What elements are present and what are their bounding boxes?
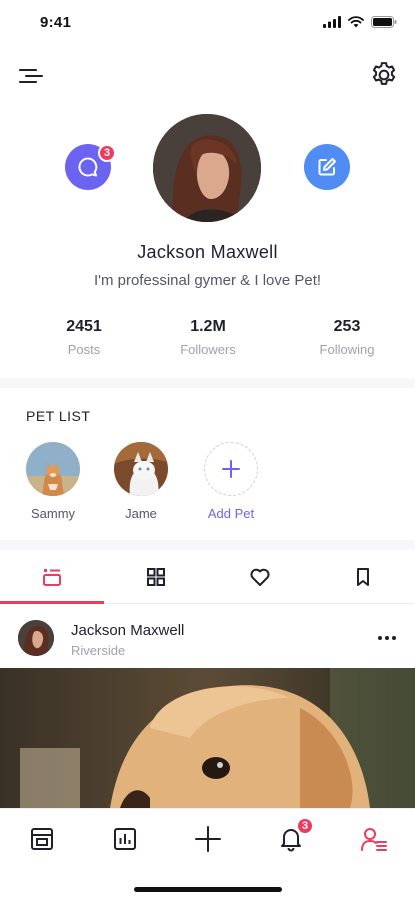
plus-icon — [222, 460, 240, 478]
stat-value: 253 — [333, 318, 361, 335]
stat-value: 2451 — [66, 318, 102, 335]
list-icon — [43, 569, 61, 586]
pet-item-sammy[interactable]: Sammy — [18, 442, 88, 521]
bookmark-icon — [357, 568, 369, 586]
status-bar: 9:41 — [0, 0, 415, 44]
add-pet-button[interactable]: Add Pet — [196, 442, 266, 521]
profile-section: 3 Jackson Maxwell I'm professinal gymer … — [0, 110, 415, 370]
stat-label: Followers — [180, 342, 236, 357]
nav-home[interactable] — [17, 819, 67, 859]
profile-avatar[interactable] — [153, 114, 261, 222]
pet-name: Sammy — [30, 506, 76, 521]
gear-icon — [372, 62, 396, 85]
menu-button[interactable] — [18, 62, 48, 90]
grid-icon — [147, 568, 165, 586]
home-icon — [31, 828, 53, 850]
author-photo — [18, 620, 54, 656]
profile-bio: I'm professinal gymer & I love Pet! — [93, 272, 322, 289]
puppy-photo — [0, 668, 415, 808]
heart-icon — [250, 568, 270, 586]
active-tab-indicator — [0, 601, 104, 604]
tab-grid[interactable] — [104, 552, 208, 602]
plus-icon — [195, 826, 221, 852]
battery-icon — [371, 16, 397, 28]
add-pet-circle — [204, 442, 258, 496]
pet-list-section: PET LIST Sammy Jame Add Pet — [0, 388, 415, 538]
profile-photo — [153, 114, 261, 222]
cat-photo — [114, 442, 168, 496]
profile-name: Jackson Maxwell — [137, 242, 278, 262]
post-author-avatar[interactable] — [18, 620, 54, 656]
more-dot — [392, 636, 396, 640]
bottom-navigation: 3 — [0, 808, 415, 900]
stat-following[interactable]: 253 Following — [287, 318, 407, 357]
pet-name: Jame — [125, 506, 157, 521]
status-time: 9:41 — [40, 14, 72, 31]
profile-icon — [361, 828, 387, 851]
post-location: Riverside — [71, 643, 126, 658]
section-divider — [0, 378, 415, 388]
pet-avatar — [26, 442, 80, 496]
edit-profile-button[interactable] — [304, 144, 350, 190]
top-bar — [0, 56, 415, 96]
tab-list[interactable] — [0, 552, 104, 602]
pet-item-jame[interactable]: Jame — [106, 442, 176, 521]
tab-saved[interactable] — [311, 552, 415, 602]
stat-followers[interactable]: 1.2M Followers — [148, 318, 268, 357]
chat-icon — [78, 157, 98, 177]
nav-stats[interactable] — [100, 819, 150, 859]
chat-badge: 3 — [98, 144, 116, 162]
add-pet-label: Add Pet — [207, 506, 255, 521]
home-indicator — [134, 887, 282, 892]
edit-icon — [318, 158, 336, 176]
signal-icon — [323, 16, 341, 28]
stat-posts[interactable]: 2451 Posts — [24, 318, 144, 357]
wifi-icon — [348, 16, 364, 28]
post-author-name[interactable]: Jackson Maxwell — [71, 622, 184, 639]
more-dot — [385, 636, 389, 640]
stat-label: Following — [319, 342, 375, 357]
dog-photo — [26, 442, 80, 496]
status-icons — [323, 16, 397, 28]
notification-badge: 3 — [296, 817, 314, 835]
profile-stats: 2451 Posts 1.2M Followers 253 Following — [0, 318, 415, 368]
section-divider — [0, 540, 415, 550]
post-image[interactable] — [0, 668, 415, 808]
menu-icon — [19, 69, 43, 83]
post-header: Jackson Maxwell Riverside — [0, 606, 415, 668]
settings-button[interactable] — [369, 60, 399, 90]
stats-icon — [114, 828, 136, 850]
stat-label: Posts — [67, 342, 101, 357]
tab-likes[interactable] — [208, 552, 312, 602]
more-dot — [378, 636, 382, 640]
stat-value: 1.2M — [190, 318, 226, 335]
content-tabs — [0, 552, 415, 604]
more-options-button[interactable] — [373, 628, 401, 648]
nav-profile[interactable] — [349, 819, 399, 859]
pet-avatar — [114, 442, 168, 496]
pet-list-title: PET LIST — [26, 408, 91, 424]
nav-create[interactable] — [183, 819, 233, 859]
